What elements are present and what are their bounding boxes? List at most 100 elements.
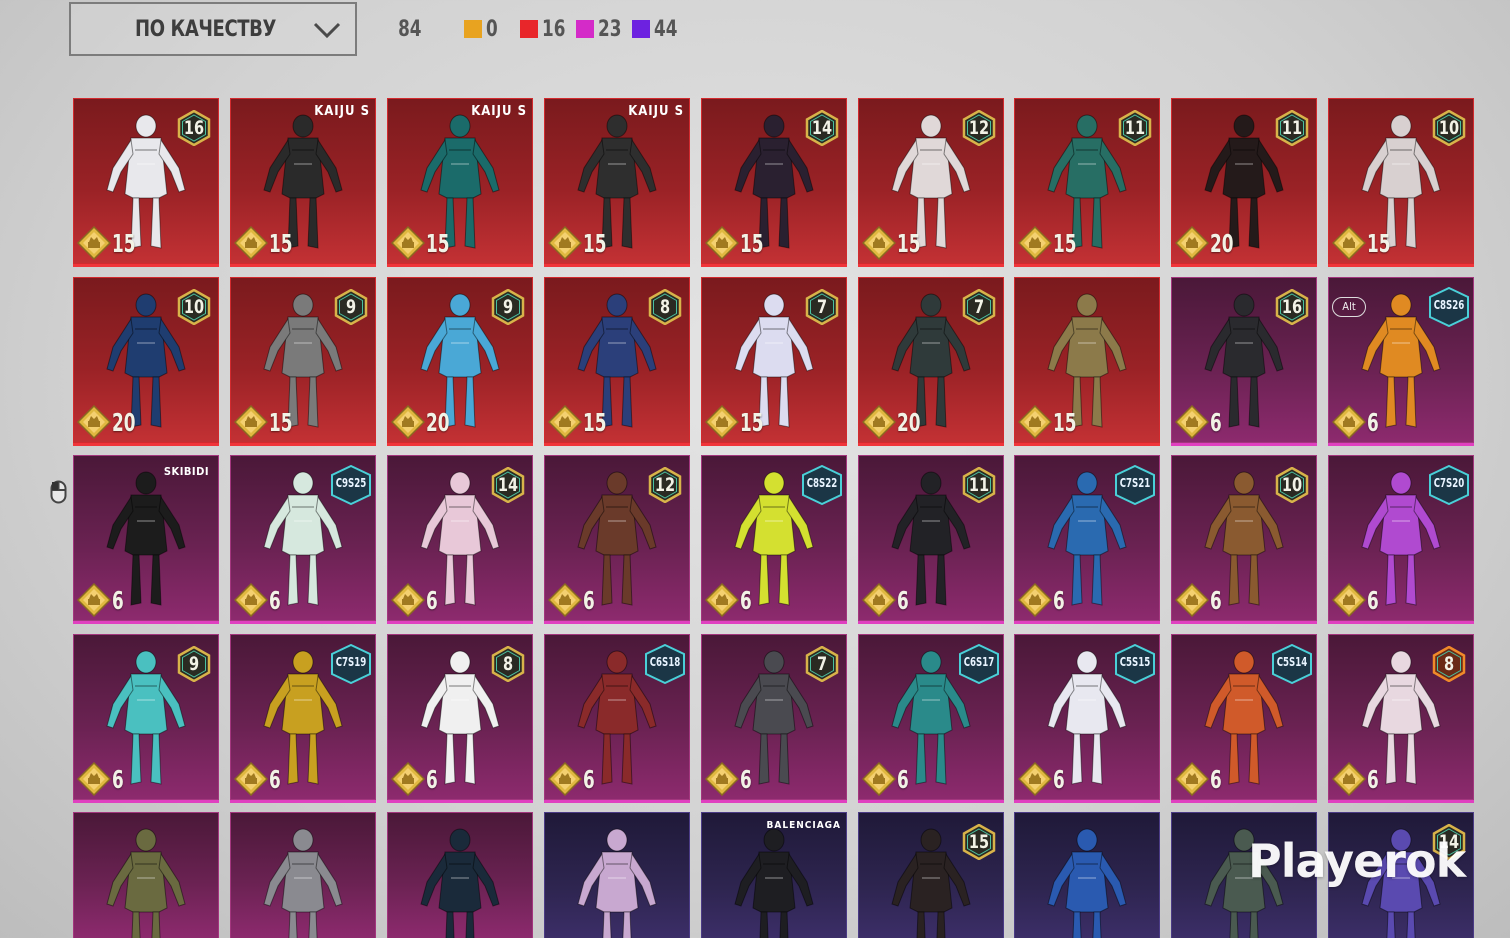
- inventory-item[interactable]: C5S14 6: [1171, 634, 1317, 803]
- inventory-item[interactable]: C8S22 6: [701, 455, 847, 624]
- item-price-value: 6: [1210, 764, 1222, 794]
- inventory-item[interactable]: 15: [1014, 277, 1160, 446]
- currency-icon: [77, 226, 111, 260]
- inventory-item[interactable]: [73, 812, 219, 938]
- level-badge: 9: [491, 289, 525, 325]
- level-badge-value: 10: [1281, 474, 1303, 496]
- inventory-item[interactable]: C6S17 6: [858, 634, 1004, 803]
- item-price-value: 20: [426, 407, 450, 437]
- brand-logo: SKIBIDI: [163, 465, 209, 478]
- season-badge-label: C8S22: [806, 476, 838, 490]
- inventory-item[interactable]: 9 15: [230, 277, 376, 446]
- count-mythic: 16: [519, 17, 568, 42]
- item-price-value: 15: [740, 228, 764, 258]
- inventory-item[interactable]: 10 15: [1328, 98, 1474, 267]
- item-price: 6: [1175, 583, 1226, 617]
- inventory-item[interactable]: 8 15: [544, 277, 690, 446]
- inventory-item[interactable]: 15: [858, 812, 1004, 938]
- item-price: 6: [862, 762, 913, 796]
- season-badge-label: C9S25: [335, 476, 367, 490]
- inventory-item[interactable]: 10 6: [1171, 455, 1317, 624]
- inventory-item[interactable]: 11 15: [1014, 98, 1160, 267]
- level-badge: 11: [1118, 110, 1152, 146]
- currency-icon: [1175, 226, 1209, 260]
- item-price-value: 6: [112, 764, 124, 794]
- inventory-item[interactable]: 7 15: [701, 277, 847, 446]
- season-badge: C6S18: [644, 644, 686, 684]
- level-badge-value: 11: [968, 474, 990, 496]
- inventory-item[interactable]: 12 15: [858, 98, 1004, 267]
- currency-icon: [705, 226, 739, 260]
- item-price: 15: [548, 405, 614, 439]
- count-legendary: 0: [463, 17, 512, 42]
- level-badge: 10: [1432, 110, 1466, 146]
- inventory-item[interactable]: 86: [387, 634, 533, 803]
- inventory-item[interactable]: 7 20: [858, 277, 1004, 446]
- item-price-value: 20: [1210, 228, 1234, 258]
- season-badge-label: C6S18: [649, 655, 681, 669]
- currency-icon: [391, 405, 425, 439]
- item-price: 6: [1332, 405, 1383, 439]
- inventory-item[interactable]: 14 6: [387, 455, 533, 624]
- item-price-value: 15: [1367, 228, 1391, 258]
- inventory-item[interactable]: [1014, 812, 1160, 938]
- inventory-item[interactable]: 76: [701, 634, 847, 803]
- item-price-value: 15: [269, 407, 293, 437]
- inventory-item[interactable]: KAIJU S 15: [230, 98, 376, 267]
- inventory-item[interactable]: [544, 812, 690, 938]
- level-badge-value: 9: [502, 296, 514, 318]
- inventory-item[interactable]: [387, 812, 533, 938]
- sort-dropdown[interactable]: ПО КАЧЕСТВУ: [69, 2, 357, 56]
- item-price: 6: [77, 583, 128, 617]
- item-price: 15: [234, 405, 300, 439]
- inventory-item[interactable]: C9S25 6: [230, 455, 376, 624]
- item-price: 15: [234, 226, 300, 260]
- item-price-value: 6: [740, 764, 752, 794]
- inventory-item[interactable]: 86: [1328, 634, 1474, 803]
- inventory-item[interactable]: 9 20: [387, 277, 533, 446]
- count-rare: 44: [631, 17, 680, 42]
- item-price: 6: [1332, 762, 1383, 796]
- inventory-item[interactable]: C7S21 6: [1014, 455, 1160, 624]
- item-price: 15: [705, 226, 771, 260]
- inventory-item[interactable]: [230, 812, 376, 938]
- inventory-item[interactable]: 12 6: [544, 455, 690, 624]
- legendary-swatch: [463, 20, 482, 38]
- inventory-item[interactable]: C8S26 Alt 6: [1328, 277, 1474, 446]
- inventory-item[interactable]: 11 6: [858, 455, 1004, 624]
- item-price: 6: [1018, 583, 1069, 617]
- level-badge: 10: [177, 289, 211, 325]
- level-badge-value: 12: [968, 117, 990, 139]
- item-price-value: 15: [426, 228, 450, 258]
- level-badge-value: 7: [816, 296, 828, 318]
- item-price: 6: [548, 583, 599, 617]
- inventory-item[interactable]: KAIJU S 15: [544, 98, 690, 267]
- currency-icon: [1175, 405, 1209, 439]
- inventory-item[interactable]: C7S20 6: [1328, 455, 1474, 624]
- outfit-figure: [420, 828, 500, 938]
- inventory-item[interactable]: 96: [73, 634, 219, 803]
- level-badge-value: 10: [1438, 117, 1460, 139]
- inventory-item[interactable]: C5S15 6: [1014, 634, 1160, 803]
- inventory-item[interactable]: 11 20: [1171, 98, 1317, 267]
- inventory-item[interactable]: 16 6: [1171, 277, 1317, 446]
- currency-icon: [77, 583, 111, 617]
- inventory-item[interactable]: 10 20: [73, 277, 219, 446]
- item-price: 6: [1332, 583, 1383, 617]
- inventory-item[interactable]: BALENCIAGA: [701, 812, 847, 938]
- inventory-item[interactable]: C6S18 6: [544, 634, 690, 803]
- inventory-item[interactable]: SKIBIDI 6: [73, 455, 219, 624]
- currency-icon: [1332, 226, 1366, 260]
- item-price: 6: [705, 583, 756, 617]
- inventory-item[interactable]: C7S19 6: [230, 634, 376, 803]
- currency-icon: [77, 762, 111, 796]
- item-price: 15: [1018, 405, 1084, 439]
- currency-icon: [234, 762, 268, 796]
- item-price-value: 6: [426, 585, 438, 615]
- inventory-item[interactable]: 14 15: [701, 98, 847, 267]
- level-badge: 16: [177, 110, 211, 146]
- currency-icon: [862, 226, 896, 260]
- inventory-item[interactable]: KAIJU S 15: [387, 98, 533, 267]
- inventory-item[interactable]: 16 15: [73, 98, 219, 267]
- level-badge-value: 11: [1281, 117, 1303, 139]
